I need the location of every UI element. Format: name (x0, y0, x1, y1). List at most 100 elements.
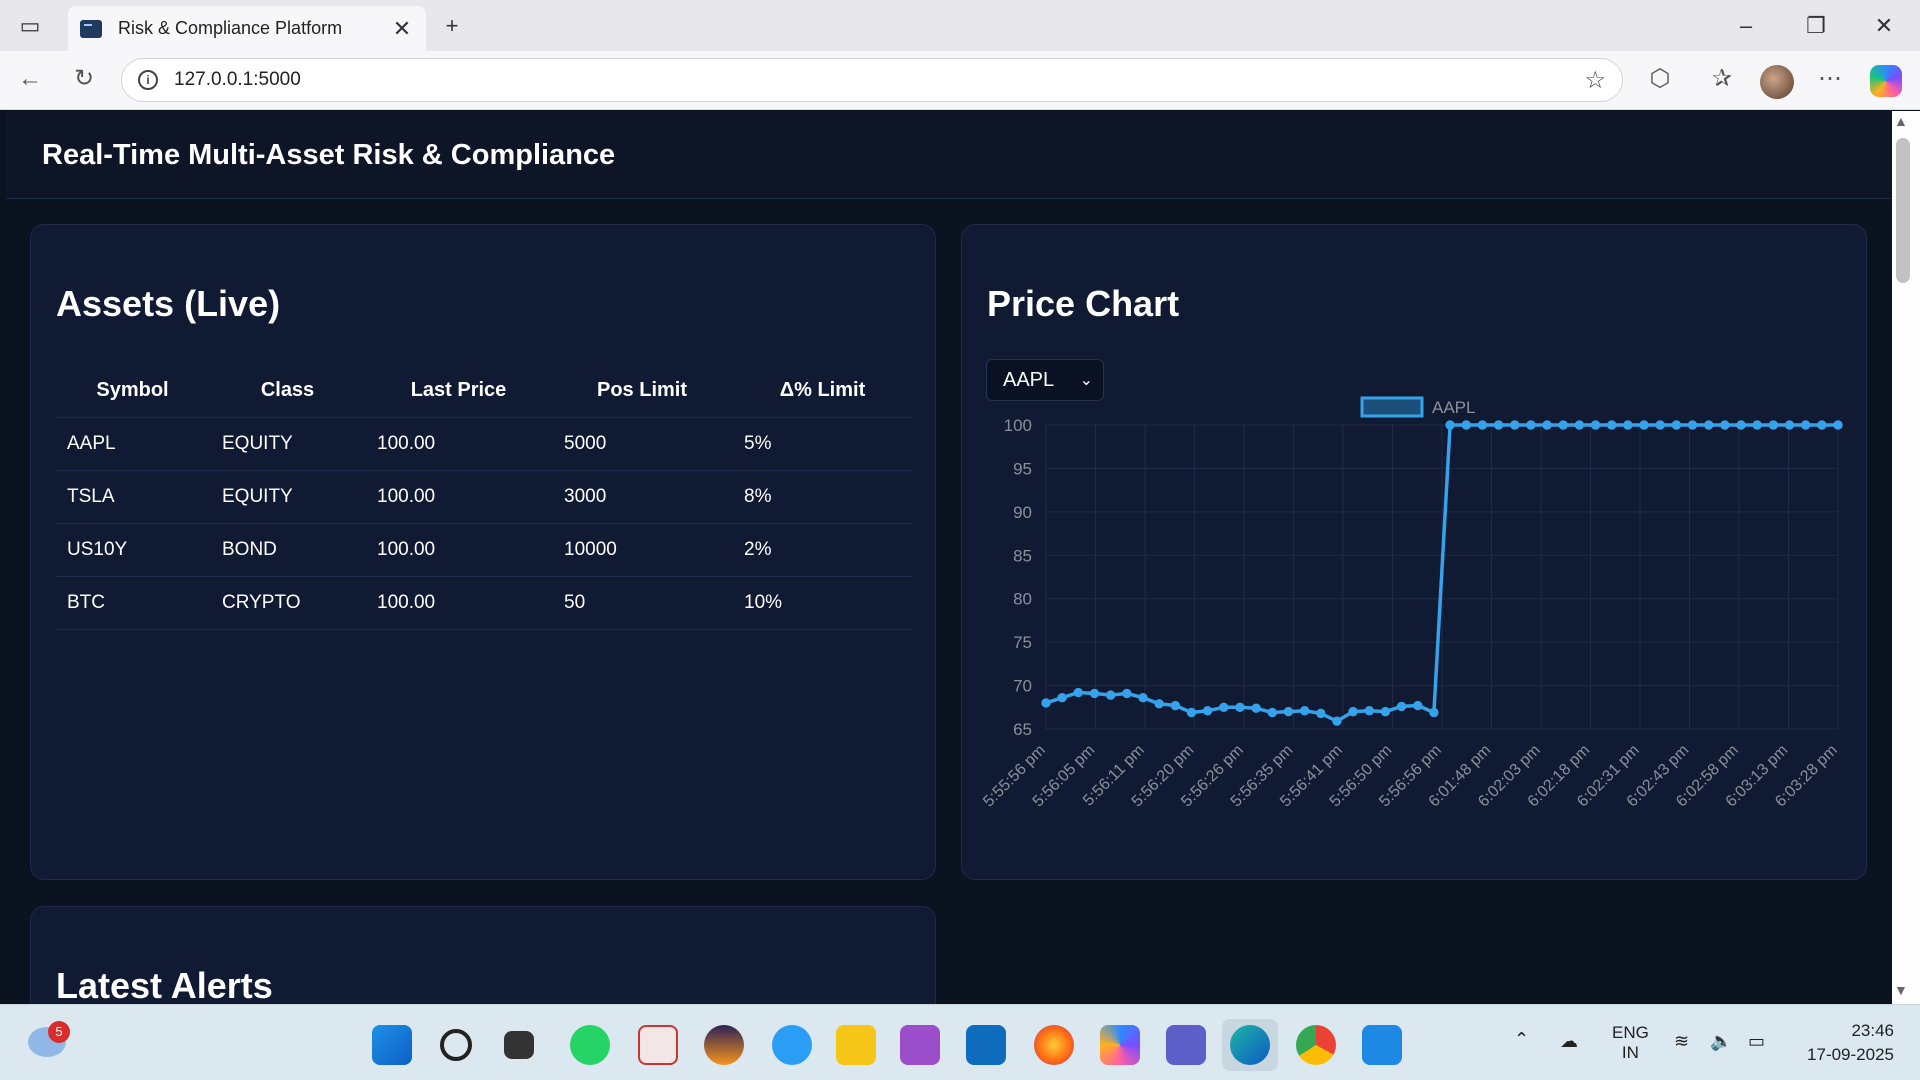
address-bar[interactable]: i 127.0.0.1:5000 ☆ (121, 58, 1623, 102)
data-point (1073, 687, 1084, 698)
new-tab-icon[interactable]: + (434, 8, 470, 44)
battery-icon[interactable]: ▭ (1748, 1031, 1765, 1052)
vscode-icon[interactable] (1362, 1025, 1402, 1065)
refresh-icon[interactable]: ↻ (66, 61, 102, 97)
data-point (1396, 701, 1407, 712)
scroll-down-icon[interactable]: ▼ (1894, 982, 1908, 998)
table-row: BTC CRYPTO 100.00 50 10% (55, 576, 913, 630)
data-point (1122, 688, 1132, 699)
cell-class: BOND (210, 523, 365, 577)
cell-symbol: AAPL (55, 417, 210, 471)
legend-label: AAPL (1432, 398, 1475, 417)
scroll-up-icon[interactable]: ▲ (1894, 113, 1908, 129)
cell-last-price: 100.00 (365, 417, 552, 471)
clock-time: 23:46 (1851, 1021, 1894, 1040)
firefox-icon[interactable] (1034, 1025, 1074, 1065)
data-point (1445, 420, 1455, 430)
tab-title: Risk & Compliance Platform (118, 18, 343, 38)
y-tick-label: 100 (1004, 416, 1032, 435)
data-point (1348, 706, 1358, 717)
y-tick-label: 95 (1013, 459, 1032, 478)
chrome-icon[interactable] (1296, 1025, 1336, 1065)
data-point (1736, 420, 1746, 430)
data-point (1057, 693, 1067, 703)
volume-icon[interactable]: 🔈 (1710, 1031, 1732, 1052)
favorites-icon[interactable]: ✰ (1704, 61, 1740, 97)
terminal-favicon-icon (80, 19, 102, 38)
language-indicator[interactable]: ENG IN (1612, 1023, 1649, 1063)
cell-symbol: BTC (55, 576, 210, 630)
cell-class: EQUITY (210, 470, 365, 524)
data-point (1590, 420, 1601, 430)
start-icon[interactable] (372, 1025, 412, 1065)
edge-icon[interactable] (1230, 1025, 1270, 1065)
store-icon[interactable] (966, 1025, 1006, 1065)
y-tick-label: 80 (1013, 590, 1032, 609)
copilot-icon[interactable] (1870, 65, 1902, 97)
clock[interactable]: 23:46 17-09-2025 (1794, 1021, 1894, 1065)
data-point (1186, 707, 1197, 718)
data-point (1687, 420, 1698, 430)
col-pos-limit: Pos Limit (552, 365, 732, 418)
data-point (1413, 700, 1423, 711)
cell-class: CRYPTO (210, 576, 365, 630)
data-point (1768, 420, 1779, 430)
lang-line2: IN (1621, 1043, 1639, 1062)
back-icon[interactable]: ← (12, 61, 48, 97)
eclipse-icon[interactable] (704, 1025, 744, 1065)
alerts-heading: Latest Alerts (56, 965, 273, 1004)
app-icon[interactable] (772, 1025, 812, 1065)
cell-delta-limit: 5% (732, 417, 913, 471)
minimize-icon[interactable]: – (1728, 8, 1764, 44)
data-point (1558, 420, 1568, 430)
teams-icon[interactable] (1166, 1025, 1206, 1065)
data-point (1784, 420, 1795, 430)
data-point (1607, 420, 1617, 430)
close-window-icon[interactable]: ✕ (1866, 8, 1902, 44)
show-hidden-icons[interactable]: ⌃ (1514, 1029, 1529, 1050)
file-explorer-icon[interactable] (836, 1025, 876, 1065)
data-point (1429, 707, 1439, 718)
data-point (1720, 420, 1730, 430)
browser-tab[interactable]: Risk & Compliance Platform ✕ (68, 6, 426, 51)
wifi-icon[interactable]: ≋ (1674, 1031, 1689, 1052)
data-point (1105, 690, 1116, 700)
cell-pos-limit: 50 (552, 576, 732, 630)
cell-pos-limit: 3000 (552, 470, 732, 524)
data-point (1138, 693, 1148, 703)
app-icon[interactable] (638, 1025, 678, 1065)
data-point (1510, 420, 1520, 430)
more-menu-icon[interactable]: ⋯ (1812, 61, 1848, 97)
clipchamp-icon[interactable] (900, 1025, 940, 1065)
data-point (1089, 688, 1100, 699)
col-symbol: Symbol (55, 365, 210, 418)
close-tab-icon[interactable]: ✕ (390, 16, 414, 42)
data-point (1219, 702, 1229, 712)
data-point (1041, 698, 1051, 708)
notification-badge: 5 (48, 1021, 70, 1043)
data-point (1493, 420, 1504, 430)
y-tick-label: 75 (1013, 633, 1032, 652)
whatsapp-icon[interactable] (570, 1025, 610, 1065)
page-viewport: Real-Time Multi-Asset Risk & Compliance … (6, 111, 1892, 1004)
favorite-star-icon[interactable]: ☆ (1584, 66, 1606, 95)
page-header: Real-Time Multi-Asset Risk & Compliance (6, 111, 1892, 199)
copilot-app-icon[interactable] (1100, 1025, 1140, 1065)
scrollbar-thumb[interactable] (1896, 138, 1910, 283)
cell-class: EQUITY (210, 417, 365, 471)
restore-icon[interactable]: ❐ (1798, 8, 1834, 44)
data-point (1639, 420, 1649, 430)
data-point (1316, 708, 1326, 719)
task-view-icon[interactable] (504, 1031, 534, 1059)
profile-avatar[interactable] (1760, 65, 1794, 99)
data-point (1800, 420, 1811, 430)
cell-delta-limit: 8% (732, 470, 913, 524)
onedrive-icon[interactable]: ☁ (1560, 1031, 1578, 1052)
search-icon[interactable] (440, 1029, 472, 1061)
extensions-icon[interactable]: ⬡ (1642, 61, 1678, 97)
assets-heading: Assets (Live) (56, 283, 281, 324)
site-info-icon[interactable]: i (138, 70, 158, 90)
y-tick-label: 65 (1013, 720, 1032, 739)
data-point (1251, 703, 1261, 713)
tab-actions-icon[interactable]: ▭ (12, 8, 48, 44)
